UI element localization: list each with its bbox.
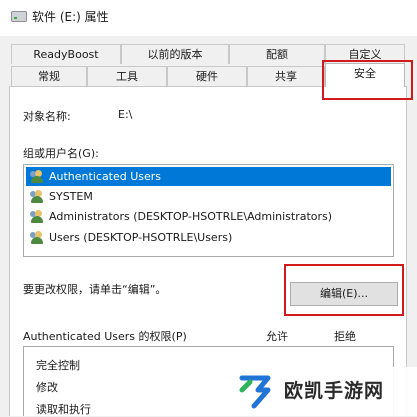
users-group-icon	[30, 231, 44, 244]
user-name: Administrators (DESKTOP-HSOTRLE\Administ…	[49, 210, 333, 223]
highlight-box-edit-button	[284, 264, 404, 316]
window-title: 软件 (E:) 属性	[32, 10, 109, 24]
tab-readyboost[interactable]: ReadyBoost	[11, 44, 121, 64]
tab-tools[interactable]: 工具	[87, 66, 167, 86]
list-item[interactable]: Users (DESKTOP-HSOTRLE\Users)	[26, 228, 391, 247]
permission-row: 修改	[36, 381, 58, 394]
deny-column-header: 拒绝	[334, 330, 356, 343]
tab-general[interactable]: 常规	[11, 66, 87, 86]
drive-icon	[11, 11, 27, 22]
users-group-icon	[30, 190, 44, 203]
tab-hardware[interactable]: 硬件	[167, 66, 247, 86]
object-name-label: 对象名称:	[23, 110, 71, 123]
list-item[interactable]: Administrators (DESKTOP-HSOTRLE\Administ…	[26, 207, 391, 226]
group-user-label: 组或用户名(G):	[23, 147, 99, 160]
list-item[interactable]: Authenticated Users	[26, 167, 391, 186]
change-permissions-hint: 要更改权限，请单击“编辑”。	[23, 283, 167, 296]
permission-row: 读取和执行	[36, 403, 91, 416]
user-name: Authenticated Users	[49, 170, 162, 183]
user-listbox[interactable]: Authenticated Users SYSTEM Administrator…	[23, 164, 394, 257]
users-group-icon	[30, 170, 44, 183]
watermark-logo-icon	[239, 375, 271, 409]
list-item[interactable]: SYSTEM	[26, 187, 391, 206]
watermark-text: 欧凯手游网	[284, 380, 385, 402]
user-name: SYSTEM	[49, 190, 93, 203]
permissions-header: Authenticated Users 的权限(P)	[23, 330, 187, 343]
allow-column-header: 允许	[266, 330, 288, 343]
tab-sharing[interactable]: 共享	[247, 66, 325, 86]
tab-previous-versions[interactable]: 以前的版本	[121, 44, 229, 64]
object-name-value: E:\	[118, 108, 133, 121]
user-name: Users (DESKTOP-HSOTRLE\Users)	[49, 231, 233, 244]
highlight-box-security-tab	[322, 60, 413, 100]
users-group-icon	[30, 210, 44, 223]
permission-row: 完全控制	[36, 359, 80, 372]
tab-quota[interactable]: 配额	[229, 44, 325, 64]
